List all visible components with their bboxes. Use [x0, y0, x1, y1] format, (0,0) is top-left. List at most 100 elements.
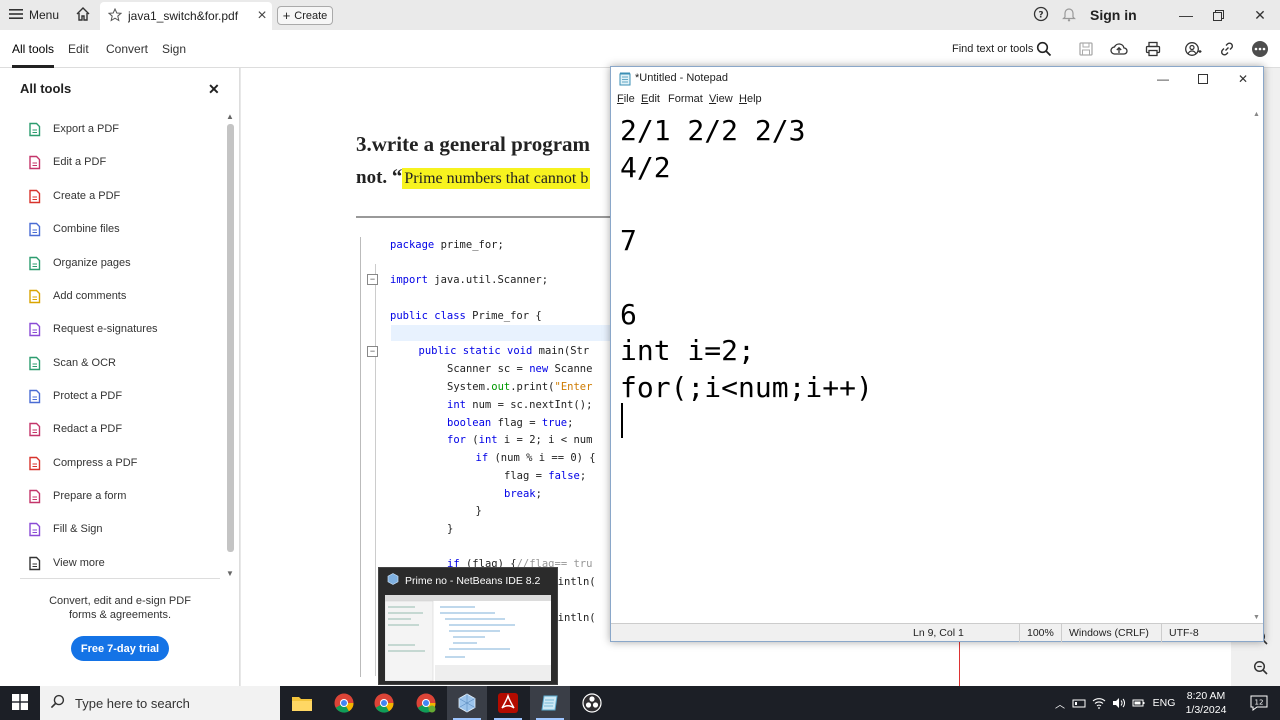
battery-icon[interactable] — [1130, 686, 1148, 720]
notepad-taskbar-icon[interactable] — [530, 686, 570, 720]
all-tools-panel: All tools ✕ Export a PDF Edit a PDF Create… — [0, 68, 240, 686]
notepad-window[interactable]: *Untitled - Notepad — ✕ File Edit Format… — [610, 66, 1264, 642]
system-clock[interactable]: 8:20 AM 1/3/2024 — [1176, 689, 1236, 717]
start-button[interactable] — [0, 686, 40, 720]
acrobat-taskbar-icon[interactable] — [488, 686, 528, 720]
star-icon[interactable] — [107, 7, 123, 25]
code-line: public static void main(Str — [419, 345, 590, 357]
find-text-label[interactable]: Find text or tools — [952, 30, 1033, 68]
tool-label: Add comments — [53, 290, 127, 302]
tab-edit[interactable]: Edit — [68, 30, 89, 68]
show-hidden-icons[interactable]: ︿ — [1052, 686, 1068, 720]
menu-help[interactable]: Help — [739, 93, 762, 105]
panel-title: All tools — [20, 81, 72, 96]
chrome-alt-icon[interactable] — [406, 686, 446, 720]
code-token: int — [478, 434, 498, 446]
tool-prepare-a-form[interactable]: Prepare a form — [26, 484, 221, 508]
notepad-minimize-icon[interactable]: — — [1143, 67, 1183, 91]
close-tab-icon[interactable]: × — [252, 7, 272, 25]
close-window-icon[interactable]: ✕ — [1240, 0, 1280, 30]
tab-all-tools[interactable]: All tools — [12, 30, 55, 68]
margin-marker — [959, 640, 960, 686]
tool-redact-a-pdf[interactable]: Redact a PDF — [26, 417, 221, 441]
code-token: out — [491, 381, 511, 393]
scroll-down-icon[interactable]: ▼ — [224, 569, 236, 578]
scan-ocr-icon — [26, 355, 43, 372]
notepad-close-icon[interactable]: ✕ — [1223, 67, 1263, 91]
restore-icon[interactable] — [1198, 0, 1238, 30]
search-icon[interactable] — [1034, 39, 1054, 59]
tool-view-more[interactable]: View more — [26, 551, 221, 575]
tool-request-e-signatures[interactable]: Request e-signatures — [26, 317, 221, 341]
taskbar-thumbnail-preview[interactable]: Prime no - NetBeans IDE 8.2 — [378, 567, 558, 685]
prepare-form-icon — [26, 488, 43, 505]
link-icon[interactable] — [1217, 39, 1237, 59]
home-button[interactable] — [70, 0, 96, 30]
notepad-title-bar[interactable]: *Untitled - Notepad — ✕ — [611, 67, 1263, 91]
menu-button[interactable]: Menu — [8, 0, 60, 30]
wifi-icon[interactable] — [1090, 686, 1108, 720]
tool-protect-a-pdf[interactable]: Protect a PDF — [26, 384, 221, 408]
scroll-up-icon[interactable]: ▲ — [224, 112, 236, 121]
share-user-icon[interactable] — [1183, 39, 1203, 59]
help-button[interactable]: ? — [1030, 0, 1052, 30]
tool-label: Prepare a form — [53, 490, 127, 502]
volume-icon[interactable] — [1110, 686, 1128, 720]
notification-count: 12 — [1255, 699, 1264, 707]
status-separator — [1061, 624, 1062, 642]
upload-cloud-icon[interactable] — [1109, 39, 1129, 59]
save-icon[interactable] — [1076, 39, 1096, 59]
promo-text: Convert, edit and e-sign PDF forms & agr… — [49, 595, 191, 621]
notepad-vertical-scrollbar[interactable]: ▲ ▼ — [1250, 109, 1263, 623]
tool-create-a-pdf[interactable]: Create a PDF — [26, 184, 221, 208]
language-indicator[interactable]: ENG — [1150, 686, 1178, 720]
taskbar-search[interactable]: Type here to search — [40, 686, 280, 720]
notifications-button[interactable] — [1058, 0, 1080, 30]
code-line: } — [447, 523, 453, 535]
status-separator — [1019, 624, 1020, 642]
notepad-text-area[interactable]: 2/1 2/2 2/3 4/2 7 6 int i=2; for(;i<num;… — [620, 113, 1250, 623]
close-panel-icon[interactable]: ✕ — [208, 81, 220, 98]
chrome-profile-icon[interactable] — [364, 686, 404, 720]
scroll-down-icon[interactable]: ▼ — [1250, 614, 1263, 621]
menu-format[interactable]: Format — [668, 93, 703, 105]
sign-in-link[interactable]: Sign in — [1090, 0, 1137, 30]
tool-export-a-pdf[interactable]: Export a PDF — [26, 117, 221, 141]
tab-convert[interactable]: Convert — [106, 30, 148, 68]
document-tab[interactable]: java1_switch&for.pdf × — [100, 2, 272, 30]
thumbnail-title: Prime no - NetBeans IDE 8.2 — [387, 573, 540, 588]
tool-scan-ocr[interactable]: Scan & OCR — [26, 351, 221, 375]
highlighted-text[interactable]: Prime numbers that cannot b — [402, 168, 591, 189]
tool-combine-files[interactable]: Combine files — [26, 217, 221, 241]
netbeans-taskbar-icon[interactable] — [447, 686, 487, 720]
tool-add-comments[interactable]: Add comments — [26, 284, 221, 308]
edit-pdf-icon — [26, 154, 43, 171]
free-trial-button[interactable]: Free 7-day trial — [71, 636, 169, 661]
print-icon[interactable] — [1143, 39, 1163, 59]
more-options-icon[interactable] — [1250, 39, 1270, 59]
tool-label: Edit a PDF — [53, 156, 107, 168]
tool-edit-a-pdf[interactable]: Edit a PDF — [26, 150, 221, 174]
create-button[interactable]: + Create — [277, 6, 333, 25]
menu-edit[interactable]: Edit — [641, 93, 660, 105]
menu-file[interactable]: File — [617, 93, 635, 105]
scroll-up-icon[interactable]: ▲ — [1250, 111, 1263, 118]
tab-sign[interactable]: Sign — [162, 30, 186, 68]
panel-scrollbar[interactable]: ▲ ▼ — [224, 112, 236, 578]
notepad-maximize-icon[interactable] — [1183, 67, 1223, 91]
divider — [20, 578, 220, 579]
code-token: "Enter — [554, 381, 593, 393]
tool-compress-a-pdf[interactable]: Compress a PDF — [26, 451, 221, 475]
notification-center-icon[interactable]: 12 — [1244, 686, 1274, 720]
obs-icon[interactable] — [572, 686, 612, 720]
code-line: int num = sc.nextInt(); — [447, 399, 592, 411]
file-explorer-icon[interactable] — [282, 686, 322, 720]
chrome-icon[interactable] — [324, 686, 364, 720]
scrollbar-thumb[interactable] — [227, 124, 234, 552]
network-device-icon[interactable] — [1070, 686, 1088, 720]
tool-organize-pages[interactable]: Organize pages — [26, 251, 221, 275]
code-token: ; — [535, 488, 542, 500]
zoom-out-icon[interactable] — [1251, 658, 1271, 678]
tool-fill-sign[interactable]: Fill & Sign — [26, 517, 221, 541]
menu-view[interactable]: View — [709, 93, 733, 105]
